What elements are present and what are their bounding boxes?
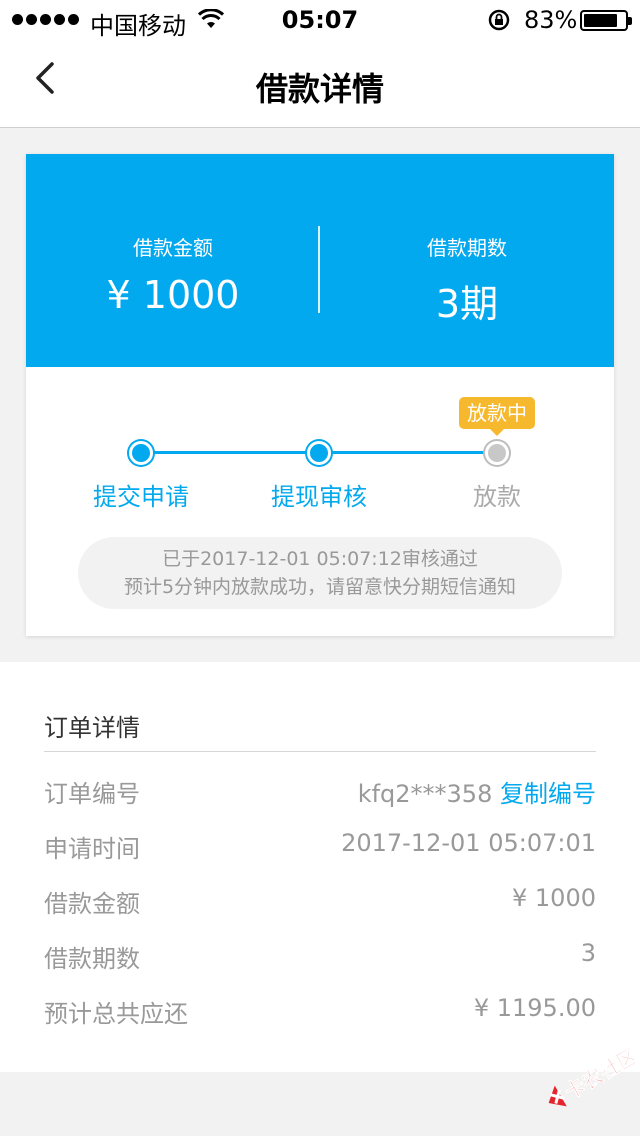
watermark-logo: 卡农社区 bbox=[548, 1043, 635, 1107]
rotation-lock-icon bbox=[488, 9, 510, 31]
copy-order-number-button[interactable]: 复制编号 bbox=[500, 780, 596, 808]
total-repay-label: 预计总共应还 bbox=[44, 1000, 188, 1028]
step-dot-submit bbox=[129, 441, 153, 465]
order-row-amount: 借款金额 ¥ 1000 bbox=[44, 880, 596, 920]
order-number-value-group: kfq2***358 复制编号 bbox=[358, 774, 596, 809]
loan-periods-block: 借款期数 3期 bbox=[320, 232, 614, 328]
step-dot-disburse bbox=[485, 441, 509, 465]
loan-periods-row-label: 借款期数 bbox=[44, 945, 140, 973]
step-label-disburse: 放款 bbox=[473, 483, 521, 511]
order-row-apply-time: 申请时间 2017-12-01 05:07:01 bbox=[44, 825, 596, 865]
step-label-submit: 提交申请 bbox=[93, 483, 189, 511]
status-note: 已于2017-12-01 05:07:12审核通过 预计5分钟内放款成功，请留意… bbox=[78, 537, 562, 609]
step-dot-review bbox=[307, 441, 331, 465]
progress-line bbox=[319, 451, 497, 454]
loan-summary-banner: 借款金额 ¥ 1000 借款期数 3期 bbox=[26, 154, 614, 367]
svg-text:卡农社区: 卡农社区 bbox=[560, 1043, 635, 1104]
order-details-title: 订单详情 bbox=[44, 714, 140, 742]
order-row-total-repay: 预计总共应还 ¥ 1195.00 bbox=[44, 990, 596, 1030]
divider bbox=[44, 751, 596, 752]
loan-status-card: 借款金额 ¥ 1000 借款期数 3期 放款中 提交申请 提现审核 放款 已于2… bbox=[26, 154, 614, 636]
loan-amount-row-value: ¥ 1000 bbox=[512, 884, 596, 912]
navigation-bar: 借款详情 bbox=[0, 40, 640, 128]
loan-amount-label: 借款金额 bbox=[133, 236, 213, 260]
order-row-number: 订单编号 kfq2***358 复制编号 bbox=[44, 770, 596, 810]
progress-line bbox=[141, 451, 319, 454]
step-label-review: 提现审核 bbox=[271, 483, 367, 511]
loan-periods-value: 3期 bbox=[435, 282, 499, 326]
battery-percent: 83% bbox=[524, 6, 578, 34]
order-number-label: 订单编号 bbox=[44, 780, 140, 808]
progress-steps: 放款中 提交申请 提现审核 放款 bbox=[26, 367, 614, 527]
loan-periods-row-value: 3 bbox=[580, 939, 596, 967]
total-repay-value: ¥ 1195.00 bbox=[473, 994, 596, 1022]
page-title: 借款详情 bbox=[255, 70, 384, 108]
apply-time-label: 申请时间 bbox=[44, 835, 140, 863]
order-details-section: 订单详情 订单编号 kfq2***358 复制编号 申请时间 2017-12-0… bbox=[0, 662, 640, 1072]
status-note-line: 已于2017-12-01 05:07:12审核通过 bbox=[162, 548, 478, 570]
disbursing-badge: 放款中 bbox=[459, 397, 535, 436]
loan-amount-row-label: 借款金额 bbox=[44, 890, 140, 918]
order-number-value: kfq2***358 bbox=[357, 780, 493, 808]
loan-periods-label: 借款期数 bbox=[427, 236, 507, 260]
loan-amount-value: ¥ 1000 bbox=[106, 273, 240, 317]
loan-amount-block: 借款金额 ¥ 1000 bbox=[26, 232, 320, 317]
battery-icon bbox=[580, 10, 632, 31]
status-bar: 中国移动 05:07 83% bbox=[0, 0, 640, 40]
order-row-periods: 借款期数 3 bbox=[44, 935, 596, 975]
status-note-line: 预计5分钟内放款成功，请留意快分期短信通知 bbox=[123, 576, 517, 598]
apply-time-value: 2017-12-01 05:07:01 bbox=[341, 829, 596, 857]
